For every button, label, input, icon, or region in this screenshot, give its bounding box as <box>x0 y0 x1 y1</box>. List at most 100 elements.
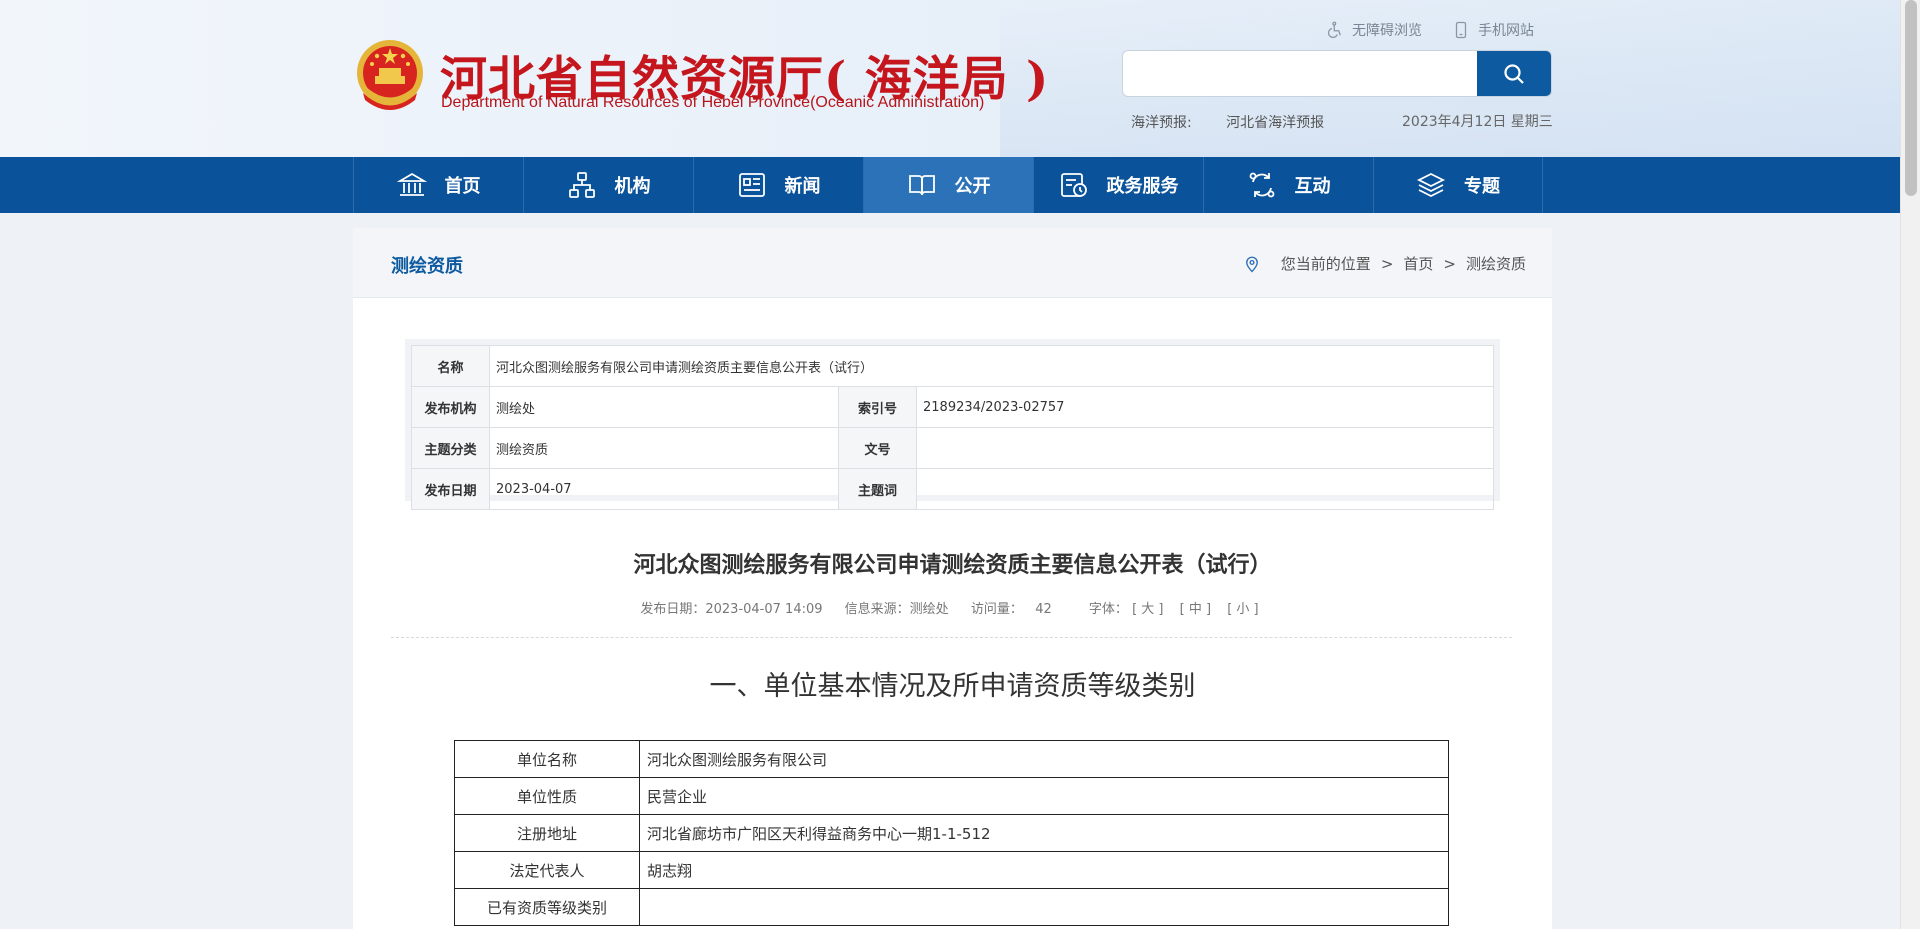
table-row: 单位性质 民营企业 <box>454 777 1449 815</box>
meta-date-value: 2023-04-07 <box>489 468 839 510</box>
article-info: 发布日期：2023-04-07 14:09 信息来源：测绘处 访问量： 42 字… <box>353 598 1552 617</box>
nav-item-organization[interactable]: 机构 <box>523 157 693 213</box>
section-heading: 一、单位基本情况及所申请资质等级类别 <box>709 671 1196 702</box>
table-key: 法定代表人 <box>454 851 640 889</box>
site-subtitle: Department of Natural Resources of Hebei… <box>441 94 985 111</box>
nav-label: 政务服务 <box>1106 176 1179 197</box>
newspaper-icon <box>738 173 765 197</box>
top-links: 无障碍浏览 手机网站 <box>1326 20 1534 40</box>
scrollbar-thumb[interactable] <box>1905 0 1917 196</box>
table-row: 单位名称 河北众图测绘服务有限公司 <box>454 740 1449 778</box>
forecast-label: 海洋预报: <box>1131 115 1192 131</box>
meta-index-value: 2189234/2023-02757 <box>916 386 1494 428</box>
section-title: 测绘资质 <box>391 256 463 277</box>
nav-label: 机构 <box>614 176 651 197</box>
breadcrumb-separator: > <box>1443 254 1456 273</box>
page-scrollbar[interactable] <box>1900 0 1920 929</box>
table-key: 已有资质等级类别 <box>454 888 640 926</box>
nav-item-topics[interactable]: 专题 <box>1373 157 1543 213</box>
search-icon <box>1504 63 1524 84</box>
table-value: 胡志翔 <box>639 851 1449 889</box>
location-pin-icon <box>1245 256 1258 272</box>
table-row: 已有资质等级类别 <box>454 888 1449 926</box>
meta-category-label: 主题分类 <box>411 427 490 469</box>
info-source: 信息来源：测绘处 <box>844 602 949 617</box>
table-key: 单位名称 <box>454 740 640 778</box>
meta-date-label: 发布日期 <box>411 468 490 510</box>
main-nav: 首页 机构 新闻 公开 政务服务 互动 专题 <box>0 157 1900 213</box>
meta-category-value: 测绘资质 <box>489 427 839 469</box>
breadcrumb-bar: 测绘资质 您当前的位置 > 首页 > 测绘资质 <box>353 228 1552 298</box>
accessible-label: 无障碍浏览 <box>1352 23 1422 39</box>
view-count: 访问量： 42 <box>971 602 1052 617</box>
nav-label: 公开 <box>954 176 991 197</box>
font-small-button[interactable]: [ 小 ] <box>1227 602 1258 617</box>
publish-time: 发布日期：2023-04-07 14:09 <box>640 602 823 617</box>
font-label: 字体： <box>1088 602 1128 617</box>
table-value: 民营企业 <box>639 777 1449 815</box>
site-header: 河北省自然资源厅( 海洋局 ) Department of Natural Re… <box>0 0 1900 157</box>
nav-item-interaction[interactable]: 互动 <box>1203 157 1373 213</box>
views-label: 访问量： <box>970 602 1023 617</box>
ocean-forecast: 海洋预报: 河北省海洋预报 <box>1131 112 1324 132</box>
wheelchair-icon <box>1327 21 1341 38</box>
nav-item-news[interactable]: 新闻 <box>693 157 863 213</box>
nav-item-services[interactable]: 政务服务 <box>1033 157 1203 213</box>
table-key: 单位性质 <box>454 777 640 815</box>
forecast-link[interactable]: 河北省海洋预报 <box>1226 115 1324 131</box>
content-panel: 测绘资质 您当前的位置 > 首页 > 测绘资质 名称 河北众图测绘服务有限公司申… <box>353 228 1552 929</box>
meta-index-label: 索引号 <box>838 386 917 428</box>
search-input[interactable] <box>1123 51 1478 96</box>
accessible-link[interactable]: 无障碍浏览 <box>1326 20 1422 40</box>
meta-row: 发布机构 测绘处 索引号 2189234/2023-02757 <box>411 386 1494 428</box>
national-emblem-icon[interactable] <box>355 38 425 116</box>
breadcrumb-home[interactable]: 首页 <box>1403 253 1433 274</box>
search-box <box>1122 50 1552 97</box>
mobile-link[interactable]: 手机网站 <box>1452 20 1534 40</box>
meta-publisher-label: 发布机构 <box>411 386 490 428</box>
unit-info-table: 单位名称 河北众图测绘服务有限公司 单位性质 民营企业 注册地址 河北省廊坊市广… <box>454 740 1449 926</box>
breadcrumb-current[interactable]: 测绘资质 <box>1466 253 1526 274</box>
table-row: 法定代表人 胡志翔 <box>454 851 1449 889</box>
table-value: 河北众图测绘服务有限公司 <box>639 740 1449 778</box>
nav-label: 专题 <box>1464 176 1500 197</box>
table-value: 河北省廊坊市广阳区天利得益商务中心一期1-1-512 <box>639 814 1449 852</box>
nav-item-open[interactable]: 公开 <box>863 157 1033 213</box>
org-chart-icon <box>568 172 595 198</box>
meta-docno-label: 文号 <box>838 427 917 469</box>
breadcrumb-prefix: 您当前的位置 <box>1280 255 1371 273</box>
table-value <box>639 888 1449 926</box>
table-row: 注册地址 河北省廊坊市广阳区天利得益商务中心一期1-1-512 <box>454 814 1449 852</box>
bank-icon <box>396 172 427 196</box>
article-title: 河北众图测绘服务有限公司申请测绘资质主要信息公开表（试行） <box>633 553 1272 578</box>
nav-label: 新闻 <box>784 176 821 197</box>
meta-keyword-label: 主题词 <box>838 468 917 510</box>
current-date: 2023年4月12日 星期三 <box>1402 114 1553 130</box>
views-value: 42 <box>1035 602 1052 617</box>
calendar-clock-icon <box>1060 173 1087 197</box>
layers-icon <box>1416 172 1446 198</box>
breadcrumb-separator: > <box>1380 254 1394 273</box>
meta-row: 名称 河北众图测绘服务有限公司申请测绘资质主要信息公开表（试行） <box>411 345 1494 387</box>
nav-label: 互动 <box>1294 176 1331 197</box>
exchange-icon <box>1249 172 1274 198</box>
meta-row: 主题分类 测绘资质 文号 <box>411 427 1494 469</box>
meta-docno-value <box>916 427 1494 469</box>
breadcrumb: 您当前的位置 > 首页 > 测绘资质 <box>1243 253 1526 274</box>
font-size-controls: 字体： [ 大 ] [ 中 ] [ 小 ] <box>1089 602 1265 617</box>
font-large-button[interactable]: [ 大 ] <box>1132 602 1163 617</box>
document-meta: 名称 河北众图测绘服务有限公司申请测绘资质主要信息公开表（试行） 发布机构 测绘… <box>405 339 1500 510</box>
search-button[interactable] <box>1477 51 1551 96</box>
font-medium-button[interactable]: [ 中 ] <box>1180 602 1211 617</box>
meta-name-label: 名称 <box>411 345 490 387</box>
meta-publisher-value: 测绘处 <box>489 386 839 428</box>
meta-name-value: 河北众图测绘服务有限公司申请测绘资质主要信息公开表（试行） <box>489 345 1494 387</box>
meta-table: 名称 河北众图测绘服务有限公司申请测绘资质主要信息公开表（试行） 发布机构 测绘… <box>411 345 1494 510</box>
nav-item-home[interactable]: 首页 <box>353 157 523 213</box>
nav-label: 首页 <box>444 176 481 197</box>
table-key: 注册地址 <box>454 814 640 852</box>
meta-row: 发布日期 2023-04-07 主题词 <box>411 468 1494 510</box>
dashed-divider <box>391 637 1512 638</box>
mobile-phone-icon <box>1455 21 1467 39</box>
mobile-label: 手机网站 <box>1478 23 1534 39</box>
